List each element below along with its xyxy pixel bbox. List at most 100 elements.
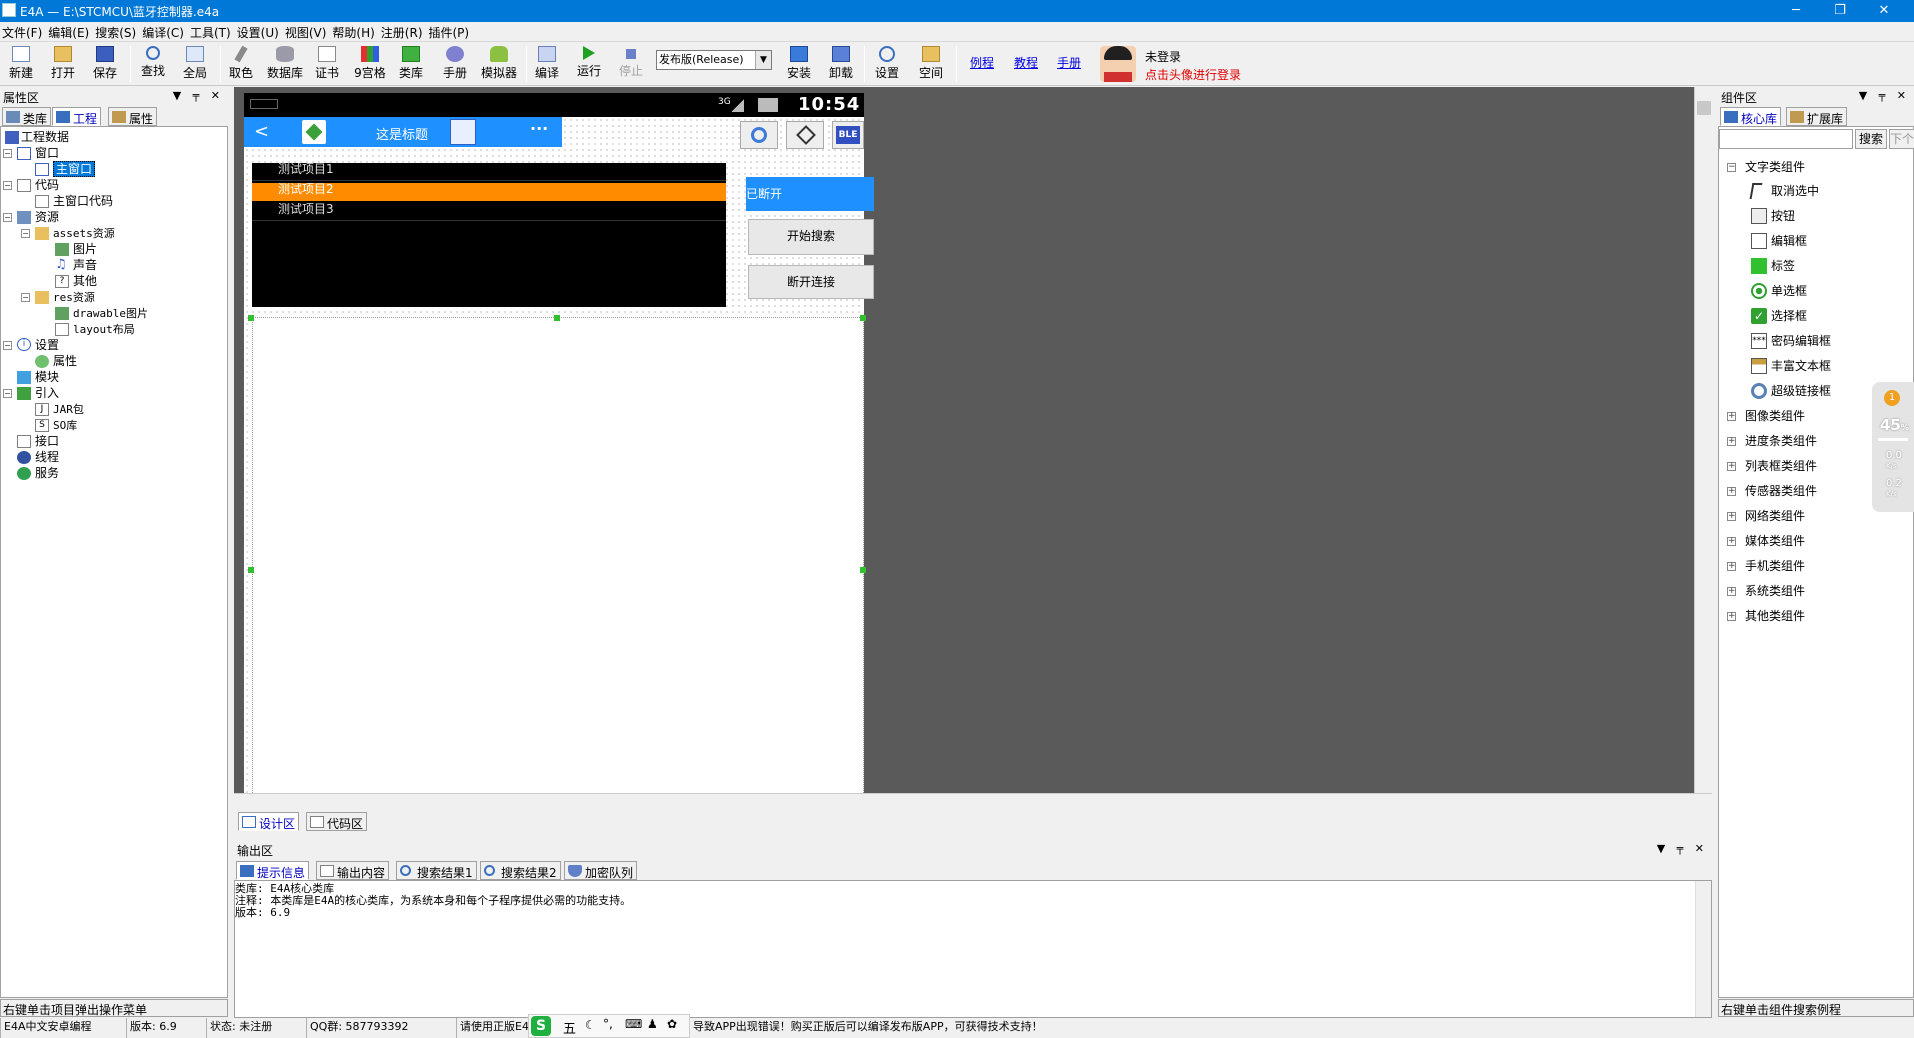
tree-node-project-data[interactable]: 工程数据 xyxy=(5,129,69,145)
collapse-icon[interactable]: − xyxy=(3,181,12,190)
library-button[interactable]: 类库 xyxy=(396,44,426,84)
emulator-button[interactable]: 模拟器 xyxy=(478,44,520,84)
settings-icon-button[interactable] xyxy=(740,121,778,149)
menu-edit[interactable]: 编辑(E) xyxy=(46,22,93,41)
group-image-components[interactable]: 图像类组件 xyxy=(1745,406,1805,426)
output-scrollbar[interactable] xyxy=(1695,881,1711,1017)
stop-button[interactable]: 停止 xyxy=(616,44,646,84)
comp-edit-box[interactable]: 编辑框 xyxy=(1751,231,1807,251)
tab-core-library[interactable]: 核心库 xyxy=(1720,107,1782,126)
collapse-icon[interactable]: − xyxy=(3,213,12,222)
pick-color-button[interactable]: 取色 xyxy=(226,44,256,84)
tree-node-main-window-code[interactable]: 主窗口代码 xyxy=(35,193,113,209)
resize-handle[interactable] xyxy=(248,315,254,321)
collapse-icon[interactable]: − xyxy=(21,229,30,238)
space-button[interactable]: 空间 xyxy=(916,44,946,84)
expand-icon[interactable]: + xyxy=(1727,612,1736,621)
comp-rich-text-box[interactable]: 丰富文本框 xyxy=(1751,356,1831,376)
expand-icon[interactable]: + xyxy=(1727,412,1736,421)
more-icon[interactable]: ··· xyxy=(530,119,548,138)
list-item[interactable]: 测试项目3 xyxy=(252,203,726,221)
output-text[interactable]: 类库: E4A核心类库 注释: 本类库是E4A的核心类库，为系统本身和每个子程序… xyxy=(234,880,1712,1018)
collapse-icon[interactable]: − xyxy=(3,389,12,398)
tree-node-services[interactable]: 服务 xyxy=(17,465,59,481)
tree-node-sounds[interactable]: ♫ 声音 xyxy=(55,257,97,273)
compile-button[interactable]: 编译 xyxy=(532,44,562,84)
resize-handle[interactable] xyxy=(554,315,560,321)
tree-node-interface[interactable]: 接口 xyxy=(17,433,59,449)
tab-design[interactable]: 设计区 xyxy=(238,812,300,831)
content-panel[interactable] xyxy=(252,317,864,807)
resize-handle[interactable] xyxy=(860,567,866,573)
tree-node-imports[interactable]: 引入 xyxy=(17,385,59,401)
tab-search-results-1[interactable]: 搜索结果1 xyxy=(396,861,477,880)
expand-icon[interactable]: + xyxy=(1727,462,1736,471)
tab-encrypt-queue[interactable]: 加密队列 xyxy=(564,861,638,880)
tree-node-layout[interactable]: layout布局 xyxy=(55,321,135,337)
expand-icon[interactable]: + xyxy=(1727,512,1736,521)
avatar[interactable] xyxy=(1100,46,1136,82)
network-speed-widget[interactable]: 1 45% 0.0 K/s 0.2 K/s xyxy=(1872,382,1914,512)
examples-link[interactable]: 例程 xyxy=(970,54,994,71)
comp-button[interactable]: 按钮 xyxy=(1751,206,1795,226)
tab-project[interactable]: 工程 xyxy=(52,107,102,126)
database-button[interactable]: 数据库 xyxy=(264,44,306,84)
tree-node-settings[interactable]: i 设置 xyxy=(17,337,59,353)
designer-hscrollbar[interactable] xyxy=(234,793,1712,807)
collapse-icon[interactable]: − xyxy=(3,149,12,158)
tab-hints[interactable]: 提示信息 xyxy=(236,861,310,880)
menu-search[interactable]: 搜索(S) xyxy=(93,22,140,41)
certificate-button[interactable]: 证书 xyxy=(312,44,342,84)
list-icon[interactable] xyxy=(450,119,476,145)
expand-icon[interactable]: + xyxy=(1727,562,1736,571)
tab-properties[interactable]: 属性 xyxy=(108,107,158,126)
collapse-icon[interactable]: − xyxy=(21,293,30,302)
install-button[interactable]: 安装 xyxy=(784,44,814,84)
run-button[interactable]: 运行 xyxy=(574,44,604,84)
group-listbox-components[interactable]: 列表框类组件 xyxy=(1745,456,1817,476)
list-item[interactable]: 测试项目1 xyxy=(252,163,726,181)
expand-icon[interactable]: + xyxy=(1727,437,1736,446)
form-surface[interactable]: 3G 10:54 < 这是标题 ··· BLE 测试项目1 测试项目2 测试项目… xyxy=(244,93,874,807)
ime-toolbar[interactable]: S 五 ☾ °, ⌨ ♟ ✿ xyxy=(528,1014,690,1038)
expand-icon[interactable]: + xyxy=(1727,487,1736,496)
tab-classlib[interactable]: 类库 xyxy=(2,107,52,126)
expand-icon[interactable]: + xyxy=(1727,587,1736,596)
comp-checkbox[interactable]: ✓ 选择框 xyxy=(1751,306,1807,326)
expand-icon[interactable]: + xyxy=(1727,537,1736,546)
grid9-button[interactable]: 9宫格 xyxy=(352,44,388,84)
tab-search-results-2[interactable]: 搜索结果2 xyxy=(480,861,561,880)
tree-node-jar[interactable]: J JAR包 xyxy=(35,401,84,417)
group-sensor-components[interactable]: 传感器类组件 xyxy=(1745,481,1817,501)
comp-password-box[interactable]: *** 密码编辑框 xyxy=(1751,331,1831,351)
panel-controls[interactable]: ▼ ╤ ✕ xyxy=(1859,89,1910,102)
tutorial-link[interactable]: 教程 xyxy=(1014,54,1038,71)
ble-icon-button[interactable]: BLE xyxy=(832,121,864,149)
group-phone-components[interactable]: 手机类组件 xyxy=(1745,556,1805,576)
menu-help[interactable]: 帮助(H) xyxy=(330,22,378,41)
designer-vscrollbar[interactable] xyxy=(1694,87,1712,795)
list-item-selected[interactable]: 测试项目2 xyxy=(252,183,726,201)
manual-button[interactable]: 手册 xyxy=(440,44,470,84)
group-system-components[interactable]: 系统类组件 xyxy=(1745,581,1805,601)
tree-node-windows[interactable]: 窗口 xyxy=(17,145,59,161)
tab-output[interactable]: 输出内容 xyxy=(316,861,390,880)
tab-extension-library[interactable]: 扩展库 xyxy=(1786,107,1848,126)
resize-handle[interactable] xyxy=(248,567,254,573)
save-button[interactable]: 保存 xyxy=(90,44,120,84)
panel-controls[interactable]: ▼ ╤ ✕ xyxy=(1657,842,1708,855)
menu-settings[interactable]: 设置(U) xyxy=(235,22,283,41)
group-network-components[interactable]: 网络类组件 xyxy=(1745,506,1805,526)
resize-handle[interactable] xyxy=(860,315,866,321)
build-mode-select[interactable]: 发布版(Release) ▼ xyxy=(656,50,772,70)
manual-link[interactable]: 手册 xyxy=(1057,54,1081,71)
menu-view[interactable]: 视图(V) xyxy=(283,22,331,41)
open-button[interactable]: 打开 xyxy=(48,44,78,84)
start-search-button[interactable]: 开始搜索 xyxy=(748,219,874,255)
component-search-input[interactable] xyxy=(1719,129,1853,149)
tree-node-properties[interactable]: 属性 xyxy=(35,353,77,369)
comp-hyperlink-box[interactable]: 超级链接框 xyxy=(1751,381,1831,401)
scroll-thumb[interactable] xyxy=(1697,101,1711,115)
login-hint[interactable]: 点击头像进行登录 xyxy=(1145,66,1241,83)
menu-tools[interactable]: 工具(T) xyxy=(188,22,235,41)
